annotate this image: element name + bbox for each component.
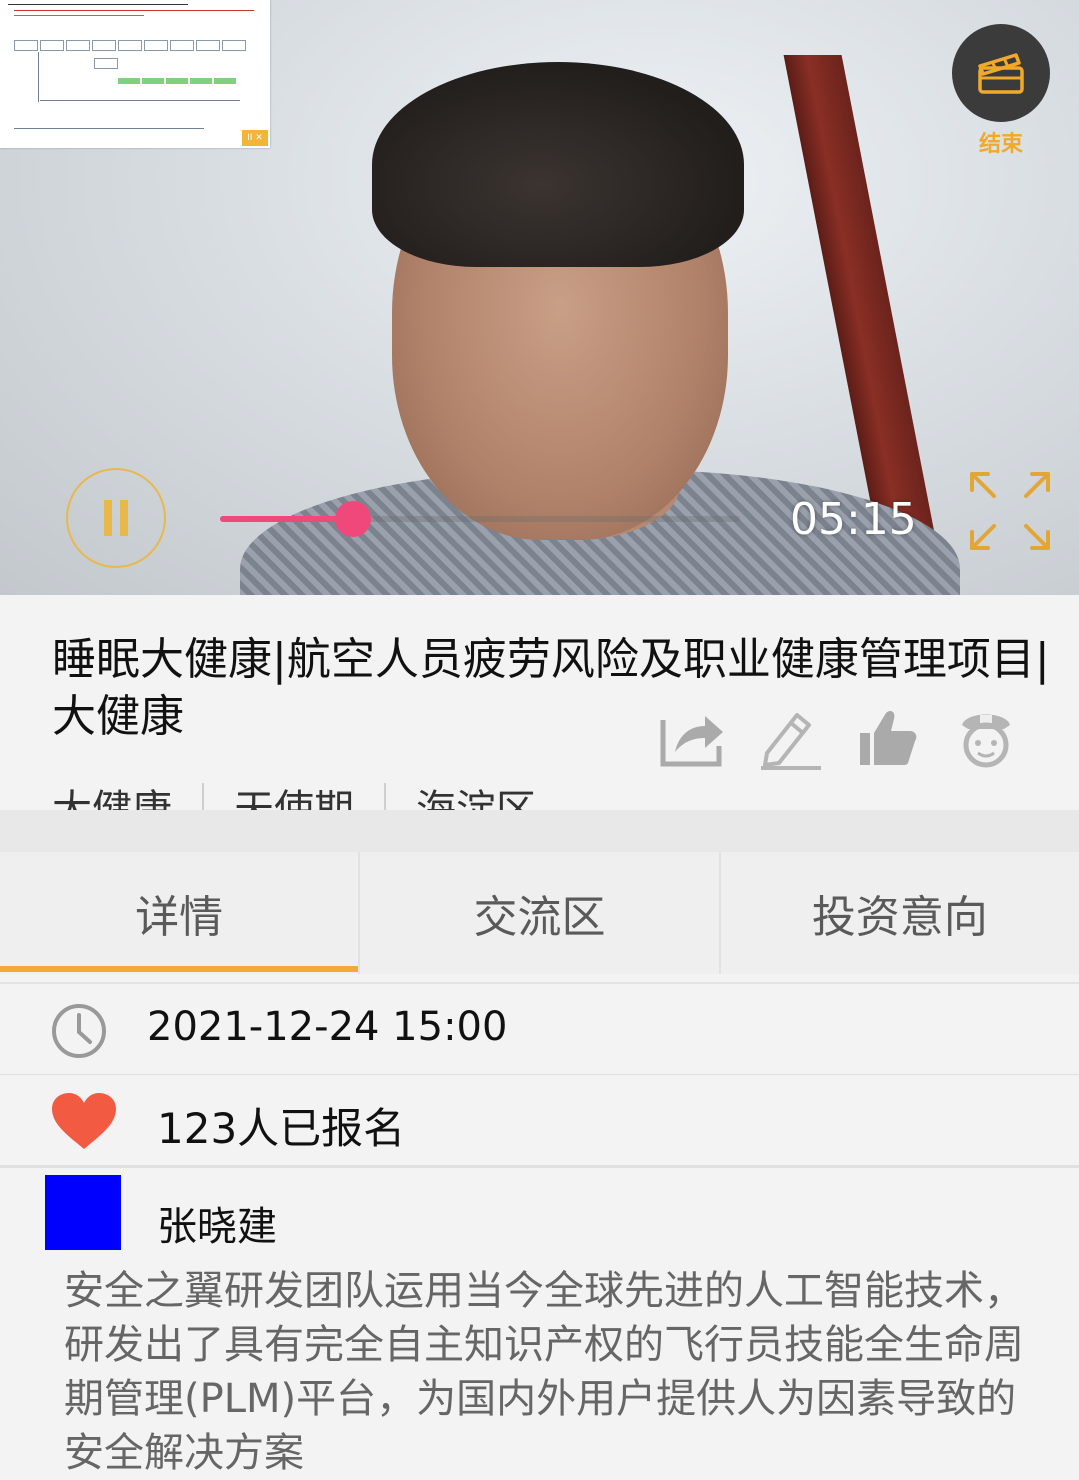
tag-item[interactable]: 海淀区 — [384, 783, 566, 810]
tag-item[interactable]: 大健康 — [52, 783, 202, 810]
like-button[interactable] — [852, 703, 924, 773]
end-stream-button[interactable] — [952, 24, 1050, 122]
heart-icon — [52, 1093, 116, 1149]
officer-icon — [962, 714, 1010, 768]
section-divider — [0, 810, 1079, 852]
event-datetime-row: 2021-12-24 15:00 — [0, 982, 1079, 1077]
officer-button[interactable] — [950, 703, 1022, 773]
clock-icon — [52, 1004, 106, 1058]
playback-time: 05:15 — [790, 494, 917, 545]
tab-bar: 详情 交流区 投资意向 — [0, 852, 1079, 974]
fullscreen-icon — [970, 472, 1050, 550]
video-player[interactable]: II ✕ 结束 05:15 — [0, 0, 1079, 595]
tab-details[interactable]: 详情 — [0, 852, 361, 974]
edit-icon — [761, 713, 821, 770]
tag-item[interactable]: 天使期 — [202, 783, 384, 810]
share-button[interactable] — [656, 703, 728, 773]
video-person-hair — [372, 62, 744, 267]
pause-button[interactable] — [66, 468, 166, 568]
like-icon — [860, 711, 917, 765]
event-header: 睡眠大健康|航空人员疲劳风险及职业健康管理项目|大健康 大健康 天使期 海淀区 — [0, 595, 1079, 810]
playback-progress-bar[interactable] — [220, 501, 740, 537]
share-icon — [660, 716, 723, 767]
action-bar — [656, 703, 1022, 783]
playback-progress-knob[interactable] — [334, 501, 371, 537]
tab-investment-intent[interactable]: 投资意向 — [721, 852, 1079, 974]
clapperboard-icon — [978, 53, 1024, 94]
playback-progress-fill — [220, 516, 353, 522]
event-datetime: 2021-12-24 15:00 — [147, 1004, 508, 1050]
pause-icon — [104, 500, 128, 536]
thumbnail-controls-badge[interactable]: II ✕ — [242, 130, 268, 146]
event-tags: 大健康 天使期 海淀区 — [52, 783, 566, 810]
signup-count-row: 123人已报名 — [0, 1075, 1079, 1168]
speaker-section: 张晓建 安全之翼研发团队运用当今全球先进的人工智能技术，研发出了具有完全自主知识… — [0, 1168, 1079, 1478]
tab-discussion[interactable]: 交流区 — [360, 852, 721, 974]
end-stream-label[interactable]: 结束 — [950, 126, 1052, 158]
fullscreen-button[interactable] — [966, 468, 1054, 554]
screen-share-thumbnail[interactable]: II ✕ — [0, 0, 270, 148]
signup-count: 123人已报名 — [157, 1104, 406, 1153]
avatar[interactable] — [45, 1175, 121, 1250]
edit-button[interactable] — [754, 703, 826, 773]
project-description: 安全之翼研发团队运用当今全球先进的人工智能技术，研发出了具有完全自主知识产权的飞… — [64, 1268, 1024, 1476]
speaker-name: 张晓建 — [157, 1204, 277, 1250]
